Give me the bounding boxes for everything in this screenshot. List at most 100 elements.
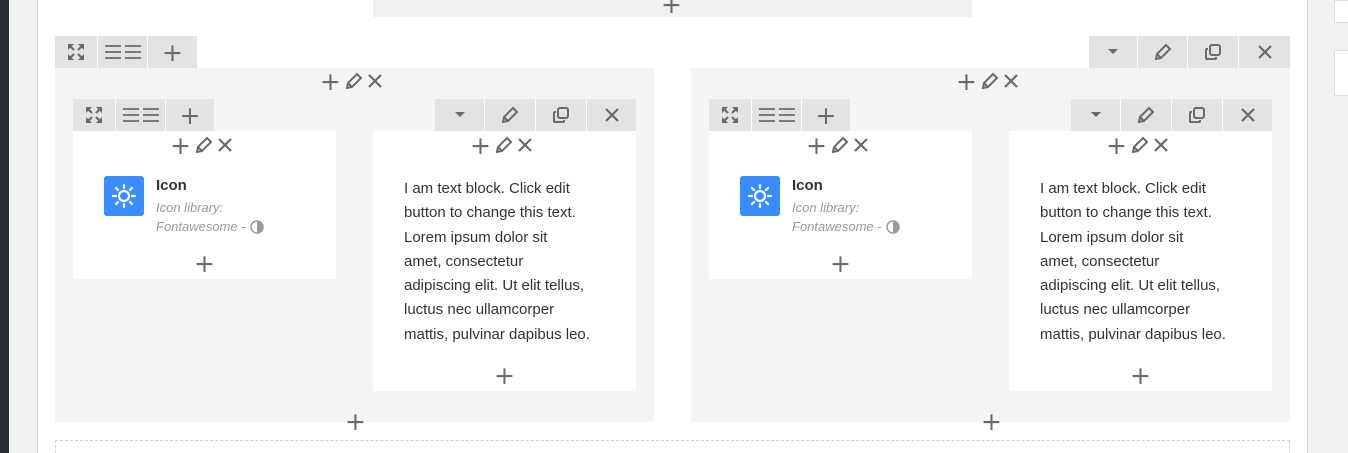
column-toolbar-right [1071, 99, 1272, 131]
section-expand-button[interactable] [55, 36, 98, 68]
text-line: adipiscing elit. Ut elit tellus, [1040, 277, 1221, 295]
columns-icon [104, 45, 141, 59]
widget-add-button[interactable]: + [470, 133, 491, 158]
text-widget-card[interactable]: + I am text block. Click edit button to … [1009, 131, 1272, 391]
text-line: button to change this text. [404, 204, 576, 222]
icon-widget-title: Icon [156, 177, 187, 194]
row-add-below-button[interactable]: + [345, 409, 366, 434]
side-panel-field[interactable] [1334, 50, 1348, 96]
row-container: + + + Icon Icon library: Fontawesome - +… [55, 68, 654, 434]
widget-controls: + [170, 133, 233, 158]
icon-widget-subtitle: Icon library: Fontawesome - [792, 198, 900, 236]
add-element-button[interactable]: + [661, 0, 682, 17]
icon-widget-card[interactable]: + Icon Icon library: Fontawesome - + [73, 131, 336, 279]
text-line: amet, consectetur [404, 252, 524, 270]
icon-library-value: Fontawesome - [792, 219, 882, 234]
row-controls: + [320, 69, 383, 94]
caret-down-icon [454, 112, 465, 117]
column-columns-button[interactable] [752, 99, 802, 131]
icon-library-label: Icon library: [156, 200, 224, 215]
section-add-button[interactable]: + [148, 36, 197, 68]
duplicate-icon [553, 107, 569, 123]
section-delete-button[interactable] [1239, 36, 1290, 68]
pencil-icon[interactable] [1131, 136, 1149, 154]
text-line: adipiscing elit. Ut elit tellus, [404, 277, 585, 295]
close-icon [1240, 108, 1255, 122]
text-line: I am text block. Click edit [404, 180, 570, 197]
text-line: button to change this text. [1040, 204, 1212, 222]
column-dropdown-button[interactable] [1071, 99, 1121, 131]
widget-add-button[interactable]: + [1106, 133, 1127, 158]
row-add-below-button[interactable]: + [981, 409, 1002, 434]
caret-down-icon [1108, 49, 1118, 54]
pencil-icon[interactable] [831, 136, 849, 154]
icon-preview [104, 176, 144, 216]
widget-controls: + [806, 133, 869, 158]
close-icon[interactable] [367, 73, 383, 89]
section-duplicate-button[interactable] [1188, 36, 1239, 68]
column-add-button[interactable]: + [802, 99, 850, 131]
text-line: luctus nec ullamcorper [404, 301, 555, 319]
pencil-icon[interactable] [495, 136, 513, 154]
close-icon[interactable] [1003, 73, 1019, 89]
sun-icon [111, 183, 137, 209]
duplicate-icon [1189, 107, 1205, 123]
column-expand-button[interactable] [73, 99, 116, 131]
pencil-icon [501, 106, 519, 124]
row-controls: + [956, 69, 1019, 94]
expand-arrows-icon [722, 107, 738, 123]
plus-icon: + [179, 100, 201, 130]
pencil-icon[interactable] [981, 72, 999, 90]
text-line: mattis, pulvinar dapibus leo. [404, 325, 590, 343]
column-duplicate-button[interactable] [536, 99, 587, 131]
columns-icon [122, 108, 159, 122]
column-columns-button[interactable] [116, 99, 166, 131]
plus-icon: + [162, 37, 183, 67]
pencil-icon [1137, 106, 1155, 124]
side-panel-field[interactable] [1334, 0, 1348, 23]
widget-add-button[interactable]: + [806, 133, 827, 158]
text-block: I am text block. Click edit button to ch… [404, 177, 590, 347]
editor-divider-left [37, 0, 38, 453]
column-edit-button[interactable] [1121, 99, 1172, 131]
section-edit-button[interactable] [1138, 36, 1188, 68]
icon-widget-card[interactable]: + Icon Icon library: Fontawesome - + [709, 131, 972, 279]
text-line: I am text block. Click edit [1040, 180, 1206, 197]
row-add-button[interactable]: + [956, 69, 977, 94]
caret-down-icon [1090, 112, 1101, 117]
column-dropdown-button[interactable] [435, 99, 485, 131]
columns-icon [758, 108, 795, 122]
drop-zone[interactable] [55, 440, 1290, 453]
text-widget-card[interactable]: + I am text block. Click edit button to … [373, 131, 636, 391]
close-icon[interactable] [217, 137, 233, 153]
section-toolbar-right [1089, 36, 1290, 68]
column-edit-button[interactable] [485, 99, 536, 131]
close-icon[interactable] [1153, 137, 1169, 153]
previous-section: + [373, 0, 972, 17]
icon-widget-subtitle: Icon library: Fontawesome - [156, 198, 264, 236]
widget-add-below-button[interactable]: + [494, 363, 515, 388]
close-icon[interactable] [853, 137, 869, 153]
pencil-icon[interactable] [345, 72, 363, 90]
admin-sidebar-edge [0, 0, 9, 453]
pencil-icon[interactable] [195, 136, 213, 154]
duplicate-icon [1205, 44, 1221, 60]
expand-arrows-icon [68, 44, 84, 60]
column-duplicate-button[interactable] [1172, 99, 1223, 131]
widget-add-below-button[interactable]: + [830, 251, 851, 276]
text-line: amet, consectetur [1040, 252, 1160, 270]
widget-add-below-button[interactable]: + [1130, 363, 1151, 388]
column-expand-button[interactable] [709, 99, 752, 131]
icon-library-label: Icon library: [792, 200, 860, 215]
text-line: Lorem ipsum dolor sit [1040, 228, 1184, 246]
column-delete-button[interactable] [587, 99, 636, 131]
widget-add-button[interactable]: + [170, 133, 191, 158]
row-add-button[interactable]: + [320, 69, 341, 94]
close-icon[interactable] [517, 137, 533, 153]
section-columns-button[interactable] [98, 36, 148, 68]
column-add-button[interactable]: + [166, 99, 214, 131]
icon-preview [740, 176, 780, 216]
column-delete-button[interactable] [1223, 99, 1272, 131]
widget-add-below-button[interactable]: + [194, 251, 215, 276]
section-dropdown-button[interactable] [1089, 36, 1138, 68]
